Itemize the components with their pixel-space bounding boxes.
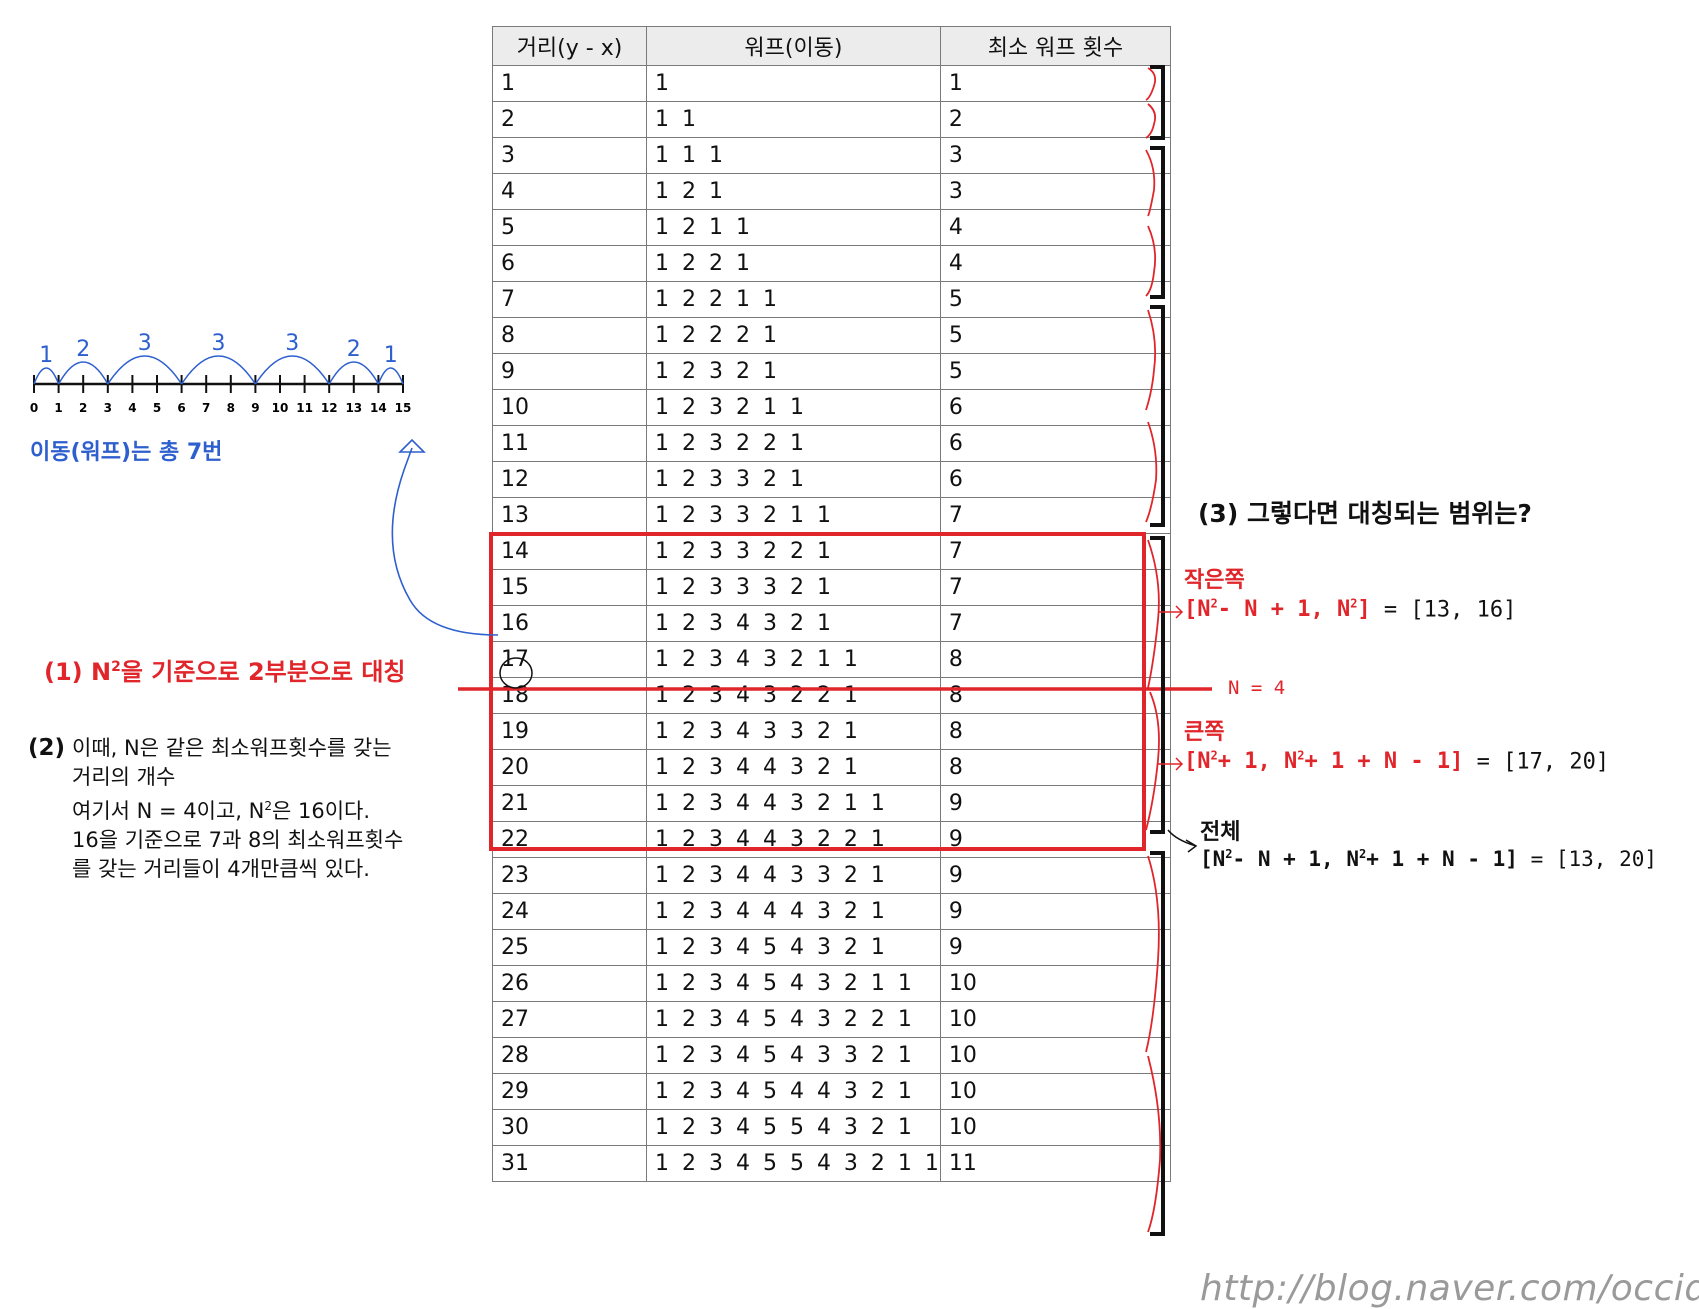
hop-label: 2 xyxy=(347,337,361,362)
number-line-tick-label: 1 xyxy=(54,401,62,415)
number-line-tick-label: 12 xyxy=(321,401,338,415)
group-brackets xyxy=(1150,65,1165,1236)
total-formula: [N2- N + 1, N2+ 1 + N - 1] = [13, 20] xyxy=(1200,847,1658,871)
number-line-tick-label: 0 xyxy=(30,401,38,415)
hop-arc xyxy=(254,355,330,385)
bracket-count-5-6 xyxy=(1150,305,1165,527)
number-line-tick-label: 14 xyxy=(370,401,387,415)
number-line-tick-label: 11 xyxy=(296,401,313,415)
n-equals-label: N = 4 xyxy=(1228,677,1286,699)
hop-label: 1 xyxy=(384,343,398,368)
number-line-tick-label: 3 xyxy=(104,401,112,415)
number-line: 0 1 2 3 4 5 6 7 8 9 10 11 12 13 14 151 2 3 3 3 2 1 xyxy=(30,331,412,415)
number-line-tick-label: 13 xyxy=(345,401,362,415)
small-side-formula: [N2- N + 1, N2] = [13, 16] xyxy=(1184,597,1517,623)
hop-arc xyxy=(377,367,404,385)
watermark: http://blog.naver.com/occidere xyxy=(1200,1268,1699,1309)
hop-label: 3 xyxy=(138,331,152,356)
blue-arrow xyxy=(391,447,499,636)
hop-label: 3 xyxy=(212,331,226,356)
number-line-tick-label: 8 xyxy=(227,401,235,415)
bracket-count-1-2 xyxy=(1150,65,1165,140)
number-line-tick-label: 7 xyxy=(202,401,210,415)
number-line-caption: 이동(워프)는 총 7번 xyxy=(30,440,223,465)
note-1: (1) N2을 기준으로 2부분으로 대칭 xyxy=(44,658,406,686)
note-2: (2) 이때, N은 같은 최소워프횟수를 갖는 거리의 개수 여기서 N = … xyxy=(28,735,404,881)
number-line-tick-label: 15 xyxy=(395,401,412,415)
hop-label: 3 xyxy=(285,331,299,356)
big-side-formula: [N2+ 1, N2+ 1 + N - 1] = [17, 20] xyxy=(1184,749,1610,775)
small-side-label: 작은쪽 xyxy=(1184,568,1245,593)
hop-arc xyxy=(180,355,257,385)
hop-arc xyxy=(107,355,183,385)
note-3-question: (3) 그렇다면 대칭되는 범위는? xyxy=(1198,499,1532,528)
number-line-tick-label: 4 xyxy=(128,401,136,415)
number-line-tick-label: 6 xyxy=(177,401,185,415)
hop-label: 2 xyxy=(76,337,90,362)
bracket-count-3-4 xyxy=(1150,146,1165,299)
circle-16 xyxy=(499,657,533,689)
number-line-tick-label: 5 xyxy=(153,401,161,415)
bracket-count-7-8 xyxy=(1150,536,1165,834)
bracket-count-9-10 xyxy=(1150,851,1165,1236)
number-line-tick-label: 2 xyxy=(79,401,87,415)
red-curly-brackets xyxy=(1145,67,1162,1233)
number-line-tick-label: 10 xyxy=(272,401,289,415)
hop-arc xyxy=(33,367,60,385)
hop-label: 1 xyxy=(39,343,53,368)
highlight-box-13-20 xyxy=(489,532,1146,851)
number-line-tick-label: 9 xyxy=(251,401,259,415)
total-label: 전체 xyxy=(1200,820,1241,845)
big-side-label: 큰쪽 xyxy=(1184,720,1225,745)
